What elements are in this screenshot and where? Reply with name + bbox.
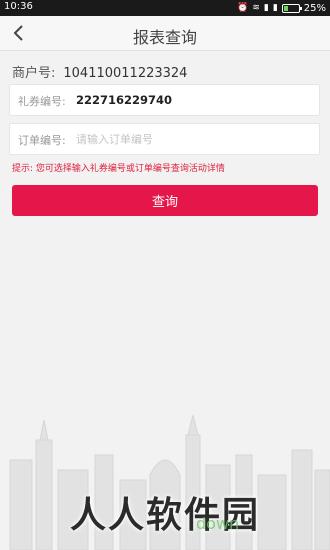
query-button[interactable]: 查询 [12, 185, 318, 216]
coupon-input[interactable] [76, 89, 306, 111]
merchant-label: 商户号: [12, 66, 56, 81]
watermark-text: 人人软件园 [69, 495, 260, 536]
watermark-sub: down [196, 514, 240, 533]
battery-icon [281, 3, 302, 13]
order-input[interactable] [76, 128, 306, 150]
merchant-number: 104110011223324 [63, 66, 188, 81]
coupon-label: 礼券编号: [18, 95, 66, 108]
status-time: 10:36 [4, 1, 33, 12]
hint-text: 提示: 您可选择输入礼券编号或订单编号查询活动详情 [12, 164, 225, 174]
page-title: 报表查询 [132, 28, 197, 47]
signal-2-icon: ▮ [272, 3, 278, 13]
coupon-field: 礼券编号: [9, 84, 320, 116]
alarm-icon: ⏰ [237, 3, 249, 13]
status-icons: ⏰ ≋ ▮ ▮ 25% [237, 1, 326, 15]
order-label: 订单编号: [18, 134, 66, 147]
order-field: 订单编号: [9, 123, 320, 155]
wifi-icon: ≋ [252, 3, 260, 13]
signal-icon: ▮ [263, 3, 269, 13]
nav-bar: 报表查询 [0, 16, 330, 51]
merchant-info: 商户号: 104110011223324 [12, 62, 187, 81]
battery-text: 25% [303, 2, 326, 14]
status-bar: 10:36 ⏰ ≋ ▮ ▮ 25% [0, 0, 330, 16]
